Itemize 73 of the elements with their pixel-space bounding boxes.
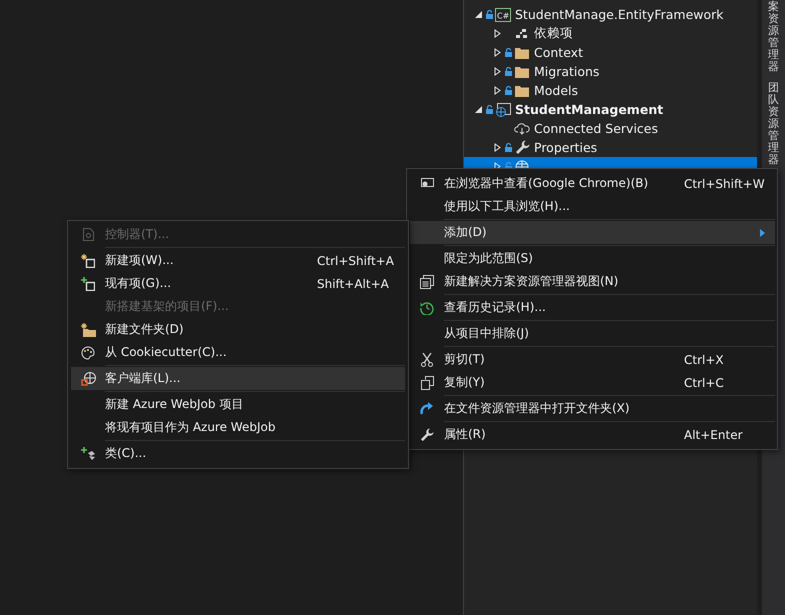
curved-arrow-icon — [420, 402, 434, 415]
tree-item[interactable]: 依赖项 — [464, 24, 757, 43]
menu-item[interactable]: 新建文件夹(D) — [71, 318, 405, 341]
menu-item[interactable]: 从项目中排除(J) — [410, 322, 775, 345]
menu-item[interactable]: 客户端库(L)... — [71, 367, 405, 390]
tree-item[interactable]: C# StudentManage.EntityFramework — [464, 5, 757, 24]
collapse-icon[interactable] — [474, 10, 482, 19]
tree-item[interactable]: Context — [464, 43, 757, 62]
tree-item[interactable]: Models — [464, 81, 757, 100]
folder-icon — [515, 46, 529, 58]
menu-item[interactable]: 新建项(W)... Ctrl+Shift+A — [71, 249, 405, 272]
menu-item[interactable]: 新建解决方案资源管理器视图(N) — [410, 270, 775, 293]
tree-item-label: Connected Services — [534, 121, 658, 136]
menu-item[interactable]: 使用以下工具浏览(H)... — [410, 195, 775, 218]
palette-icon — [81, 346, 95, 360]
cloud-icon — [514, 122, 530, 135]
tree-item[interactable]: Properties — [464, 138, 757, 157]
menu-item[interactable]: 复制(Y) Ctrl+C — [410, 371, 775, 394]
collapse-icon[interactable] — [474, 105, 482, 114]
browser-icon — [420, 178, 434, 189]
tree-item-label: 依赖项 — [534, 25, 573, 42]
shortcut-text: Ctrl+Shift+W — [684, 176, 765, 190]
tree-item-label: StudentManage.EntityFramework — [515, 7, 724, 22]
folder-icon — [515, 66, 529, 78]
wrench-icon — [514, 140, 530, 155]
menu-item[interactable]: 添加(D) — [410, 221, 775, 244]
window-icon — [420, 274, 434, 288]
expand-icon[interactable] — [492, 48, 502, 57]
menu-item[interactable]: 从 Cookiecutter(C)... — [71, 341, 405, 364]
wrench-icon — [420, 428, 434, 442]
add-item-icon — [81, 276, 95, 290]
scissors-icon — [421, 352, 433, 366]
copy-icon — [420, 376, 434, 390]
csharp-project-icon: C# — [495, 8, 511, 22]
menu-item[interactable]: 新建 Azure WebJob 项目 — [71, 393, 405, 416]
menu-item[interactable]: 属性(R) Alt+Enter — [410, 423, 775, 446]
web-project-icon — [495, 102, 511, 116]
side-panel-tab[interactable]: 案资源管理器 — [768, 1, 779, 74]
tree-item[interactable]: StudentManagement — [464, 100, 757, 119]
menu-item[interactable]: 将现有项目作为 Azure WebJob — [71, 416, 405, 439]
expand-icon[interactable] — [492, 143, 502, 152]
tree-item[interactable]: Connected Services — [464, 119, 757, 138]
menu-item[interactable]: 限定为此范围(S) — [410, 247, 775, 270]
shortcut-text: Ctrl+C — [684, 376, 724, 390]
document-icon — [82, 228, 94, 241]
menu-item[interactable]: 在文件资源管理器中打开文件夹(X) — [410, 397, 775, 420]
menu-item[interactable]: 查看历史记录(H)... — [410, 296, 775, 319]
class-icon — [80, 446, 96, 460]
shortcut-text: Ctrl+X — [684, 352, 724, 366]
tree-item-label: Models — [534, 83, 578, 98]
dependencies-icon — [515, 28, 529, 40]
side-panel-tab[interactable]: 团队资源管理器 — [768, 82, 779, 166]
globe-icon — [80, 372, 96, 386]
menu-item[interactable]: 在浏览器中查看(Google Chrome)(B) Ctrl+Shift+W — [410, 172, 775, 195]
new-folder-icon — [80, 322, 96, 336]
shortcut-text: Shift+Alt+A — [317, 276, 389, 290]
tree-item-label: Properties — [534, 140, 598, 155]
folder-icon — [515, 84, 529, 96]
expand-icon[interactable] — [492, 162, 502, 171]
menu-item[interactable]: 类(C)... — [71, 442, 405, 465]
menu-item[interactable]: 剪切(T) Ctrl+X — [410, 348, 775, 371]
tree-item-label: Migrations — [534, 64, 600, 79]
new-item-icon — [81, 254, 95, 268]
expand-icon[interactable] — [492, 67, 502, 76]
history-icon — [420, 300, 434, 314]
expand-icon[interactable] — [492, 29, 502, 38]
tree-item-label: StudentManagement — [515, 102, 664, 117]
shortcut-text: Alt+Enter — [684, 428, 743, 442]
menu-item[interactable]: 现有项(G)... Shift+Alt+A — [71, 272, 405, 295]
tree-item-label: Context — [534, 45, 583, 60]
tree-item[interactable]: Migrations — [464, 62, 757, 81]
expand-icon[interactable] — [492, 86, 502, 95]
shortcut-text: Ctrl+Shift+A — [317, 254, 394, 268]
